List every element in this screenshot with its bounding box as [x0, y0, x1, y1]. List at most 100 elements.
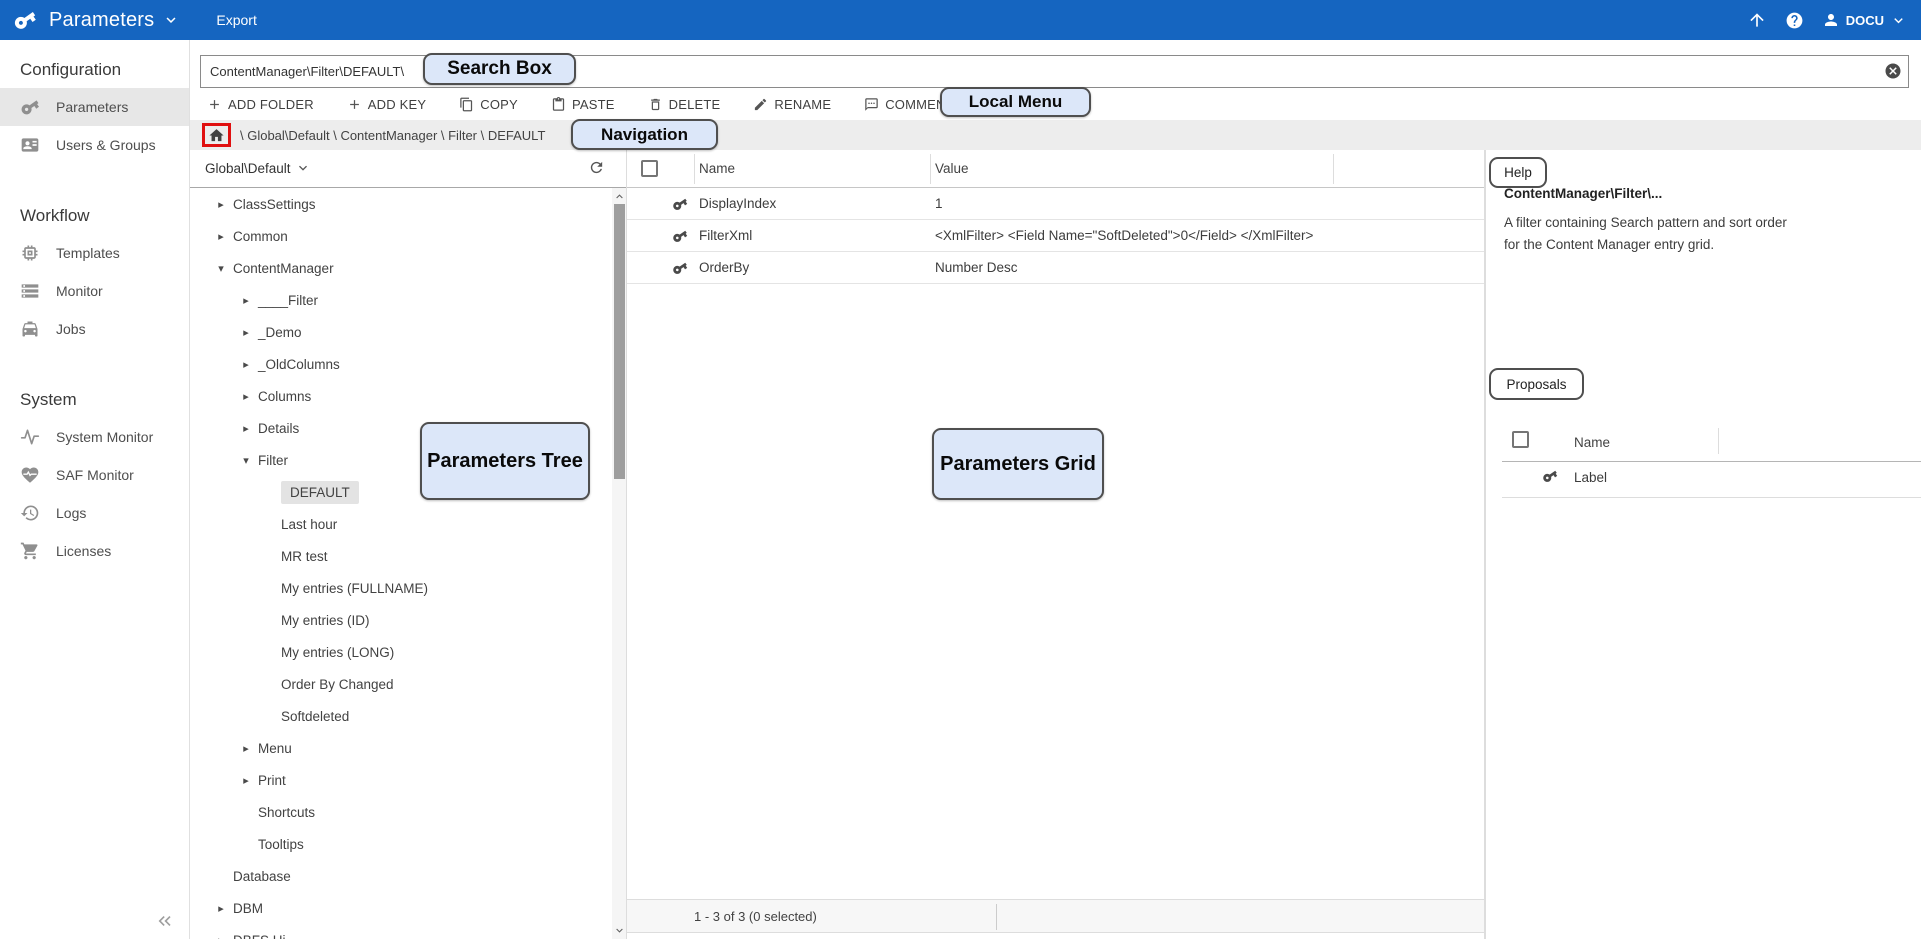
sidebar-item-logs[interactable]: Logs: [0, 494, 189, 532]
upload-arrow-icon[interactable]: [1747, 10, 1767, 30]
proposal-row-label[interactable]: Label: [1574, 470, 1607, 485]
tree-item-label: DEFAULT: [281, 481, 359, 504]
sidebar-item-jobs[interactable]: Jobs: [0, 310, 189, 348]
badge-icon: [20, 135, 40, 155]
tree-item[interactable]: ▸_OldColumns: [190, 348, 612, 380]
proposals-column-header-name[interactable]: Name: [1574, 435, 1610, 450]
tree-item[interactable]: ▾ContentManager: [190, 252, 612, 284]
param-name: DisplayIndex: [699, 196, 776, 211]
copy-button[interactable]: COPY: [459, 97, 518, 112]
paste-icon: [551, 97, 566, 112]
tree-item[interactable]: ▸Common: [190, 220, 612, 252]
tree-item[interactable]: ▸_Demo: [190, 316, 612, 348]
collapsed-arrow-icon[interactable]: ▸: [214, 934, 228, 939]
sidebar-item-licenses[interactable]: Licenses: [0, 532, 189, 570]
button-label: COPY: [480, 97, 518, 112]
clear-search-icon[interactable]: [1884, 62, 1902, 80]
pulse-icon: [20, 427, 40, 447]
tree-item-label: MR test: [281, 549, 328, 564]
collapsed-arrow-icon[interactable]: ▸: [239, 742, 253, 755]
sidebar-item-saf-monitor[interactable]: SAF Monitor: [0, 456, 189, 494]
sidebar-item-monitor[interactable]: Monitor: [0, 272, 189, 310]
column-header-value[interactable]: Value: [935, 161, 969, 176]
home-icon[interactable]: [208, 127, 225, 144]
key-icon: [669, 225, 691, 247]
tree-item[interactable]: MR test: [190, 540, 612, 572]
sidebar-item-system-monitor[interactable]: System Monitor: [0, 418, 189, 456]
pencil-icon: [753, 97, 768, 112]
expanded-arrow-icon[interactable]: ▾: [214, 262, 228, 275]
callout-navigation: Navigation: [571, 119, 718, 150]
tree-item[interactable]: ▸Columns: [190, 380, 612, 412]
collapsed-arrow-icon[interactable]: ▸: [214, 198, 228, 211]
add-key-button[interactable]: ADD KEY: [347, 97, 426, 112]
column-divider[interactable]: [1333, 154, 1334, 184]
menu-export[interactable]: Export: [216, 12, 256, 28]
chevron-down-icon[interactable]: [162, 11, 180, 29]
tree-item[interactable]: ▸Menu: [190, 732, 612, 764]
param-name: OrderBy: [699, 260, 749, 275]
tree-item[interactable]: ▸DBM: [190, 892, 612, 924]
status-text: 1 - 3 of 3 (0 selected): [694, 909, 817, 924]
help-panel: ContentManager\Filter\... A filter conta…: [1485, 150, 1921, 939]
collapsed-arrow-icon[interactable]: ▸: [239, 358, 253, 371]
tree-item[interactable]: My entries (ID): [190, 604, 612, 636]
tree-item[interactable]: Last hour: [190, 508, 612, 540]
breadcrumb[interactable]: \ Global\Default \ ContentManager \ Filt…: [240, 128, 545, 143]
grid-row[interactable]: OrderBy Number Desc: [627, 252, 1484, 284]
collapsed-arrow-icon[interactable]: ▸: [239, 294, 253, 307]
key-icon: [1539, 465, 1561, 487]
tree-item[interactable]: Order By Changed: [190, 668, 612, 700]
tree-root-selector[interactable]: Global\Default: [205, 160, 311, 176]
add-folder-button[interactable]: ADD FOLDER: [207, 97, 314, 112]
tree-item[interactable]: ▸DBFS Hi: [190, 924, 612, 939]
select-all-checkbox[interactable]: [641, 160, 658, 177]
collapsed-arrow-icon[interactable]: ▸: [239, 422, 253, 435]
rename-button[interactable]: RENAME: [753, 97, 831, 112]
collapsed-arrow-icon[interactable]: ▸: [239, 326, 253, 339]
paste-button[interactable]: PASTE: [551, 97, 615, 112]
tree-item[interactable]: My entries (LONG): [190, 636, 612, 668]
callout-proposals: Proposals: [1489, 368, 1584, 400]
sidebar-item-label: Parameters: [56, 99, 128, 115]
expanded-arrow-icon[interactable]: ▾: [239, 454, 253, 467]
scroll-down-icon[interactable]: [613, 924, 626, 937]
collapsed-arrow-icon[interactable]: ▸: [239, 390, 253, 403]
column-header-name[interactable]: Name: [699, 161, 735, 176]
chevron-down-icon: [295, 160, 311, 176]
tree-item[interactable]: ▸ClassSettings: [190, 188, 612, 220]
callout-parameters-grid: Parameters Grid: [932, 428, 1104, 500]
scroll-up-icon[interactable]: [613, 190, 626, 203]
sidebar-item-parameters[interactable]: Parameters: [0, 88, 189, 126]
tree-item[interactable]: My entries (FULLNAME): [190, 572, 612, 604]
collapse-sidebar-icon[interactable]: [155, 911, 175, 931]
user-name: DOCU: [1846, 13, 1884, 28]
proposals-select-all-checkbox[interactable]: [1512, 431, 1529, 448]
sidebar-item-users-groups[interactable]: Users & Groups: [0, 126, 189, 164]
column-divider[interactable]: [930, 154, 931, 184]
scrollbar-thumb[interactable]: [614, 204, 625, 479]
tree-item[interactable]: Shortcuts: [190, 796, 612, 828]
delete-button[interactable]: DELETE: [648, 97, 721, 112]
collapsed-arrow-icon[interactable]: ▸: [239, 774, 253, 787]
help-circle-icon[interactable]: [1785, 11, 1804, 30]
tree-scrollbar[interactable]: [612, 188, 627, 939]
copy-icon: [459, 97, 474, 112]
grid-row[interactable]: FilterXml <XmlFilter> <Field Name="SoftD…: [627, 220, 1484, 252]
tree-header: Global\Default: [190, 150, 627, 188]
button-label: DELETE: [669, 97, 721, 112]
refresh-icon[interactable]: [588, 159, 605, 176]
tree-item[interactable]: Softdeleted: [190, 700, 612, 732]
tree-item[interactable]: ▸____Filter: [190, 284, 612, 316]
collapsed-arrow-icon[interactable]: ▸: [214, 230, 228, 243]
tree-item[interactable]: ▸Print: [190, 764, 612, 796]
plus-icon: [207, 97, 222, 112]
user-menu[interactable]: DOCU: [1822, 11, 1907, 29]
grid-row[interactable]: DisplayIndex 1: [627, 188, 1484, 220]
collapsed-arrow-icon[interactable]: ▸: [214, 902, 228, 915]
tree-item[interactable]: Tooltips: [190, 828, 612, 860]
button-label: ADD KEY: [368, 97, 426, 112]
sidebar-item-templates[interactable]: Templates: [0, 234, 189, 272]
person-icon: [1822, 11, 1840, 29]
tree-item[interactable]: Database: [190, 860, 612, 892]
